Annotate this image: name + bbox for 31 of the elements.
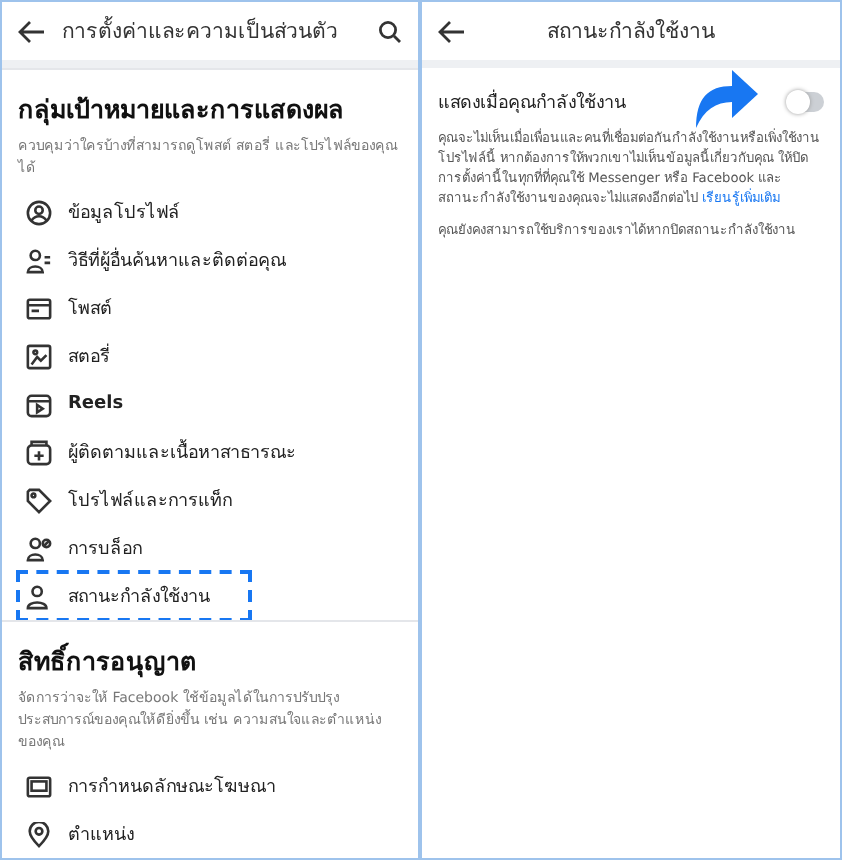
settings-item[interactable]: การกำหนดลักษณะโฆษณา [18, 762, 284, 810]
followers-icon [26, 439, 52, 465]
profile-icon [26, 199, 52, 225]
settings-item[interactable]: ตำแหน่ง [18, 810, 142, 858]
section-heading: สิทธิ์การอนุญาต [18, 642, 198, 682]
section-heading: กลุ่มเป้าหมายและการแสดงผล [18, 92, 346, 130]
settings-item[interactable]: ข้อมูลโปรไฟล์ [18, 188, 188, 236]
settings-item[interactable]: ผู้ติดตามและเนื้อหาสาธารณะ [18, 428, 304, 476]
reels-icon [26, 391, 52, 417]
blocked-person-icon [26, 535, 52, 561]
location-pin-icon [26, 821, 52, 847]
settings-item[interactable]: วิธีที่ผู้อื่นค้นหาและติดต่อคุณ [18, 236, 294, 284]
settings-item[interactable]: การบล็อก [18, 524, 150, 572]
toggle-switch[interactable] [788, 92, 824, 112]
ad-icon [26, 773, 52, 799]
page-title: สถานะกำลังใช้งาน [545, 17, 717, 48]
back-icon[interactable] [18, 19, 46, 43]
settings-item[interactable]: โพสต์ [18, 284, 120, 332]
settings-item[interactable]: สถานะกำลังใช้งาน [18, 572, 250, 620]
search-icon[interactable] [378, 19, 402, 43]
settings-item[interactable]: โปรไฟล์และการแท็ก [18, 476, 240, 524]
person-icon [26, 247, 52, 273]
settings-item[interactable]: Reels [18, 380, 132, 428]
setting-label: แสดงเมื่อคุณกำลังใช้งาน [438, 88, 626, 116]
post-icon [26, 295, 52, 321]
back-icon[interactable] [438, 19, 466, 43]
person-icon [26, 583, 52, 609]
page-title: การตั้งค่าและความเป็นส่วนตัว [62, 14, 340, 48]
tag-icon [26, 487, 52, 513]
image-icon [26, 343, 52, 369]
settings-item[interactable]: สตอรี่ [18, 332, 118, 380]
